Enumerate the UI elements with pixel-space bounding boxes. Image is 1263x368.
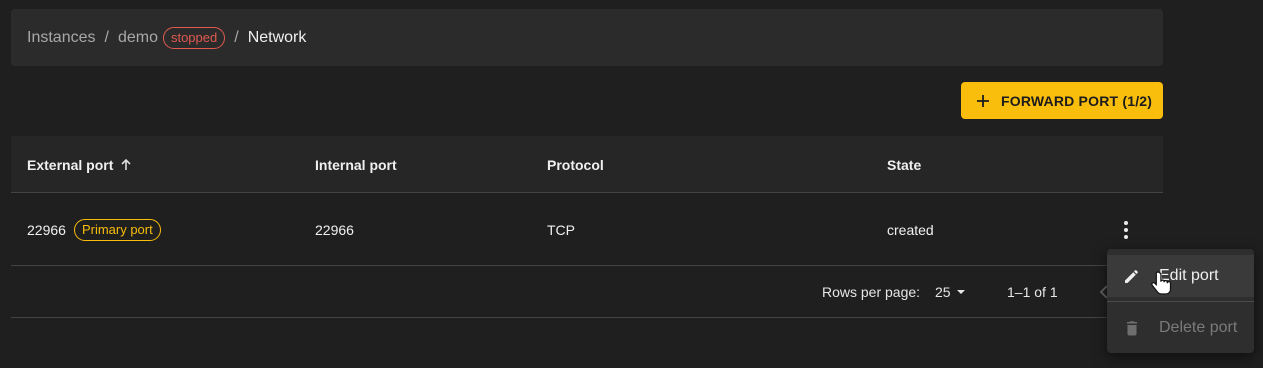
rows-per-page-value: 25: [935, 284, 951, 300]
breadcrumb-instances-link[interactable]: Instances: [27, 29, 95, 47]
column-header-protocol[interactable]: Protocol: [547, 136, 604, 193]
breadcrumb-separator: /: [104, 28, 109, 46]
pencil-icon: [1125, 270, 1138, 283]
menu-item-label: Edit port: [1159, 267, 1219, 284]
external-port-value: 22966: [27, 221, 66, 238]
primary-port-badge: Primary port: [73, 218, 161, 241]
rows-per-page-label: Rows per page:: [822, 284, 921, 300]
column-label: State: [887, 156, 922, 173]
row-actions-menu: Edit port Delete port: [1107, 249, 1254, 353]
menu-divider: [1107, 301, 1254, 302]
trash-icon: [1127, 321, 1137, 336]
table-row: 22966 Primary port 22966 TCP created: [11, 193, 1163, 266]
ports-table: External port Internal port Protocol Sta…: [11, 136, 1163, 318]
more-options-icon[interactable]: [1115, 219, 1137, 241]
breadcrumb-instance-link[interactable]: demo: [118, 29, 158, 47]
column-header-state[interactable]: State: [887, 136, 921, 193]
network-page: Instances / demo stopped / Network FORWA…: [0, 0, 1263, 368]
table-pagination: Rows per page: 25 1–1 of 1: [11, 266, 1163, 318]
cell-protocol: TCP: [547, 221, 575, 238]
pagination-range: 1–1 of 1: [1007, 284, 1058, 300]
sort-ascending-icon: [121, 158, 131, 170]
rows-per-page-select[interactable]: 25: [935, 266, 967, 318]
instance-status-badge: stopped: [162, 26, 226, 49]
breadcrumb-current: Network: [247, 28, 307, 46]
cell-external-port: 22966 Primary port: [27, 193, 161, 266]
forward-port-button[interactable]: FORWARD PORT (1/2): [961, 82, 1163, 119]
caret-down-icon: [956, 290, 965, 294]
breadcrumb: Instances / demo stopped / Network: [11, 9, 1163, 66]
column-header-external-port[interactable]: External port: [27, 136, 133, 193]
table-header: External port Internal port Protocol Sta…: [11, 136, 1163, 193]
menu-item-label: Delete port: [1159, 319, 1238, 336]
breadcrumb-separator: /: [234, 28, 239, 46]
forward-port-label: FORWARD PORT (1/2): [1001, 92, 1153, 109]
delete-port-menu-item[interactable]: Delete port: [1107, 307, 1254, 349]
column-label: Internal port: [315, 156, 397, 173]
cell-state: created: [887, 221, 934, 238]
column-header-internal-port[interactable]: Internal port: [315, 136, 397, 193]
plus-icon: [977, 94, 989, 107]
cell-internal-port: 22966: [315, 221, 354, 238]
edit-port-menu-item[interactable]: Edit port: [1107, 255, 1254, 297]
column-label: External port: [27, 156, 114, 173]
column-label: Protocol: [547, 156, 604, 173]
